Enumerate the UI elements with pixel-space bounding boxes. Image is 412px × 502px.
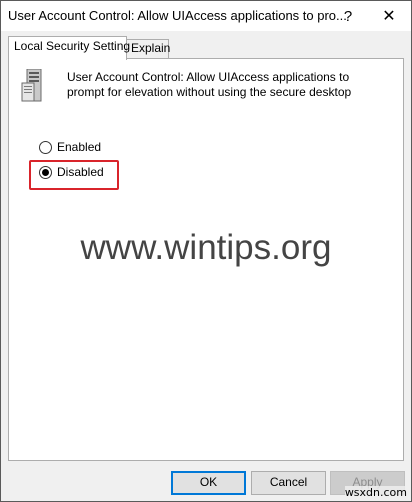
site-watermark: www.wintips.org xyxy=(80,228,332,267)
settings-panel: User Account Control: Allow UIAccess app… xyxy=(8,58,404,461)
window-title: User Account Control: Allow UIAccess app… xyxy=(8,8,347,23)
corner-watermark: wsxdn.com xyxy=(344,486,407,499)
ok-button[interactable]: OK xyxy=(171,471,246,495)
close-button[interactable]: ✕ xyxy=(367,1,411,31)
tab-local-security-setting[interactable]: Local Security Setting xyxy=(8,36,130,60)
policy-description: User Account Control: Allow UIAccess app… xyxy=(67,70,352,99)
enabled-radio[interactable] xyxy=(39,140,52,154)
server-policy-icon xyxy=(21,69,42,102)
policy-properties-dialog: User Account Control: Allow UIAccess app… xyxy=(0,0,412,502)
cancel-button[interactable]: Cancel xyxy=(251,471,326,495)
enabled-option[interactable]: Enabled xyxy=(39,139,101,155)
help-button[interactable]: ? xyxy=(326,1,370,31)
tab-explain[interactable]: Explain xyxy=(125,39,170,58)
selection-highlight-box xyxy=(29,160,119,190)
enabled-label: Enabled xyxy=(57,140,102,154)
title-bar: User Account Control: Allow UIAccess app… xyxy=(1,1,411,31)
